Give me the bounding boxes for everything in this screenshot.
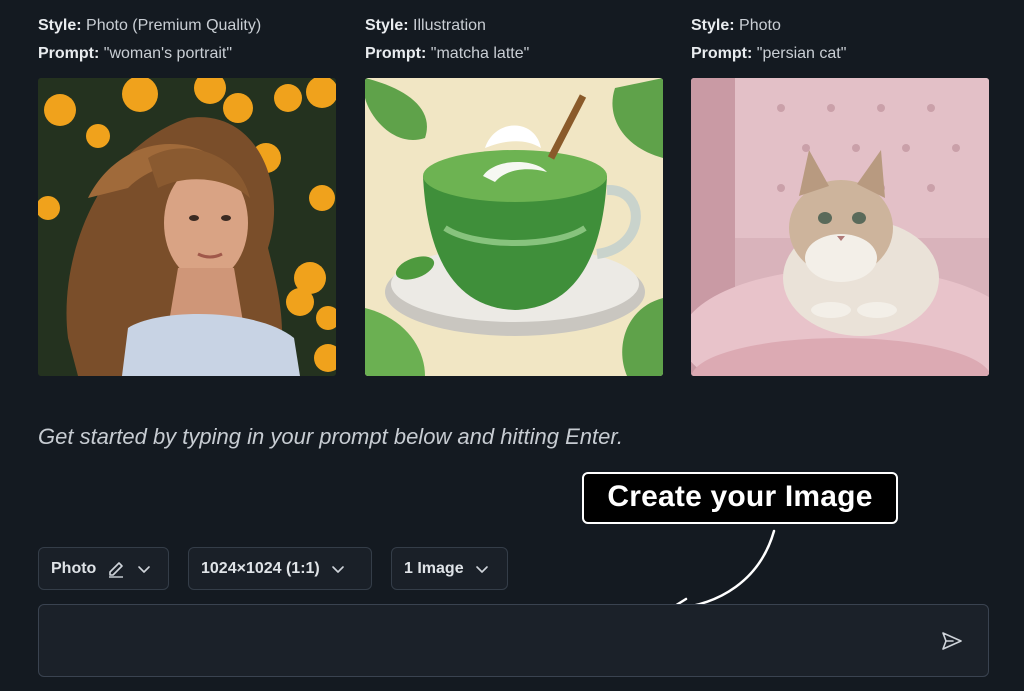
example-image-portrait[interactable] <box>38 78 336 376</box>
example-card-matcha: Style: Illustration Prompt: "matcha latt… <box>365 12 663 376</box>
example-prompt: Prompt: "matcha latte" <box>365 45 530 62</box>
chevron-down-icon <box>331 565 344 573</box>
prompt-input[interactable] <box>53 627 913 655</box>
size-select-value: 1024×1024 (1:1) <box>201 559 320 577</box>
image-count-select[interactable]: 1 Image <box>391 547 508 590</box>
send-icon[interactable] <box>940 629 964 653</box>
chevron-down-icon <box>475 565 488 573</box>
example-card-portrait: Style: Photo (Premium Quality) Prompt: "… <box>38 12 336 376</box>
example-prompt: Prompt: "woman's portrait" <box>38 45 233 62</box>
image-count-value: 1 Image <box>404 559 464 577</box>
example-style: Style: Illustration <box>365 17 486 34</box>
style-select-value: Photo <box>51 559 97 577</box>
prompt-box <box>38 604 989 677</box>
getting-started-hint: Get started by typing in your prompt bel… <box>38 424 623 449</box>
page: Style: Photo (Premium Quality) Prompt: "… <box>0 0 1024 691</box>
chevron-down-icon <box>138 565 151 573</box>
edit-icon[interactable] <box>106 559 126 579</box>
example-style: Style: Photo <box>691 17 781 34</box>
example-prompt: Prompt: "persian cat" <box>691 45 847 62</box>
create-image-callout: Create your Image <box>582 472 898 524</box>
example-image-matcha[interactable] <box>365 78 663 376</box>
size-select[interactable]: 1024×1024 (1:1) <box>188 547 372 590</box>
example-style: Style: Photo (Premium Quality) <box>38 17 262 34</box>
style-select[interactable]: Photo <box>38 547 169 590</box>
example-card-cat: Style: Photo Prompt: "persian cat" <box>691 12 989 376</box>
example-image-cat[interactable] <box>691 78 989 376</box>
